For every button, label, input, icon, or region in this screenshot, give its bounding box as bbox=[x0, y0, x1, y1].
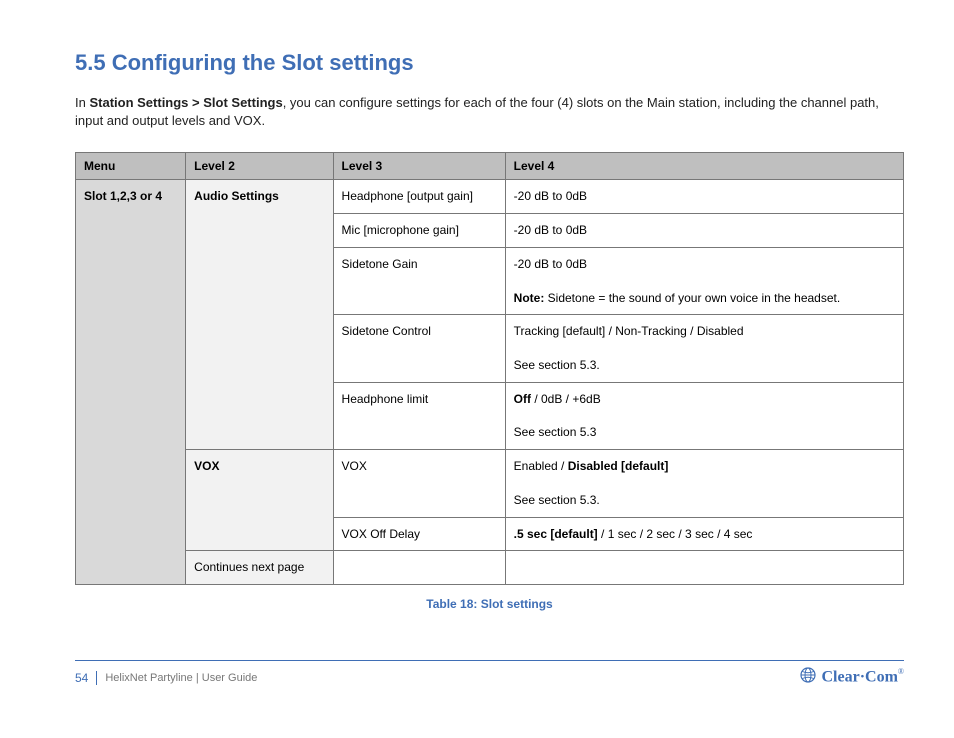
section-number: 5.5 bbox=[75, 50, 106, 75]
brand-logo: Clear·Com® bbox=[800, 667, 905, 688]
th-level4: Level 4 bbox=[505, 153, 903, 180]
intro-lead: Station Settings > Slot Settings bbox=[89, 95, 282, 110]
registered-mark: ® bbox=[898, 667, 904, 676]
cell-level4: Tracking [default] / Non-Tracking / Disa… bbox=[505, 315, 903, 382]
section-title: 5.5 Configuring the Slot settings bbox=[75, 50, 904, 76]
footer-text: HelixNet Partyline | User Guide bbox=[97, 672, 257, 684]
cell-level3: Headphone limit bbox=[333, 382, 505, 449]
cell-level2: Audio Settings bbox=[186, 180, 333, 450]
cell-level4: Off / 0dB / +6dBSee section 5.3 bbox=[505, 382, 903, 449]
cell-level2-info: Continues next page bbox=[186, 551, 333, 585]
cell-level3: Headphone [output gain] bbox=[333, 180, 505, 214]
page-content: 5.5 Configuring the Slot settings In Sta… bbox=[0, 0, 954, 611]
cell-level4: -20 dB to 0dBNote: Sidetone = the sound … bbox=[505, 247, 903, 314]
cell-level3: VOX bbox=[333, 450, 505, 517]
section-title-text: Configuring the Slot settings bbox=[112, 50, 414, 75]
cell-level1: Slot 1,2,3 or 4 bbox=[76, 180, 186, 585]
th-menu: Menu bbox=[76, 153, 186, 180]
cell-level3: VOX Off Delay bbox=[333, 517, 505, 551]
th-level2: Level 2 bbox=[186, 153, 333, 180]
cell-level4: -20 dB to 0dB bbox=[505, 214, 903, 248]
slot-settings-table: Menu Level 2 Level 3 Level 4 Slot 1,2,3 … bbox=[75, 152, 904, 585]
table-row: Continues next page bbox=[76, 551, 904, 585]
th-level3: Level 3 bbox=[333, 153, 505, 180]
table-header-row: Menu Level 2 Level 3 Level 4 bbox=[76, 153, 904, 180]
table-row: Slot 1,2,3 or 4 Audio Settings Headphone… bbox=[76, 180, 904, 214]
footer-line: 54 HelixNet Partyline | User Guide Clear… bbox=[75, 660, 904, 688]
cell-level4: .5 sec [default] / 1 sec / 2 sec / 3 sec… bbox=[505, 517, 903, 551]
cell-level4: -20 dB to 0dB bbox=[505, 180, 903, 214]
cell-level4: Enabled / Disabled [default]See section … bbox=[505, 450, 903, 517]
globe-icon bbox=[800, 667, 816, 688]
intro-paragraph: In Station Settings > Slot Settings, you… bbox=[75, 94, 904, 130]
brand-name: Clear·Com bbox=[822, 669, 898, 686]
cell-level2: VOX bbox=[186, 450, 333, 551]
page-footer: 54 HelixNet Partyline | User Guide Clear… bbox=[75, 660, 904, 688]
cell-level3: Mic [microphone gain] bbox=[333, 214, 505, 248]
table-caption: Table 18: Slot settings bbox=[75, 597, 904, 611]
cell-level3: Sidetone Control bbox=[333, 315, 505, 382]
cell-level3: Sidetone Gain bbox=[333, 247, 505, 314]
table-body: Slot 1,2,3 or 4 Audio Settings Headphone… bbox=[76, 180, 904, 585]
table-row: VOX VOX Enabled / Disabled [default]See … bbox=[76, 450, 904, 517]
cell-level3 bbox=[333, 551, 505, 585]
page-number: 54 bbox=[75, 671, 97, 685]
cell-level4 bbox=[505, 551, 903, 585]
